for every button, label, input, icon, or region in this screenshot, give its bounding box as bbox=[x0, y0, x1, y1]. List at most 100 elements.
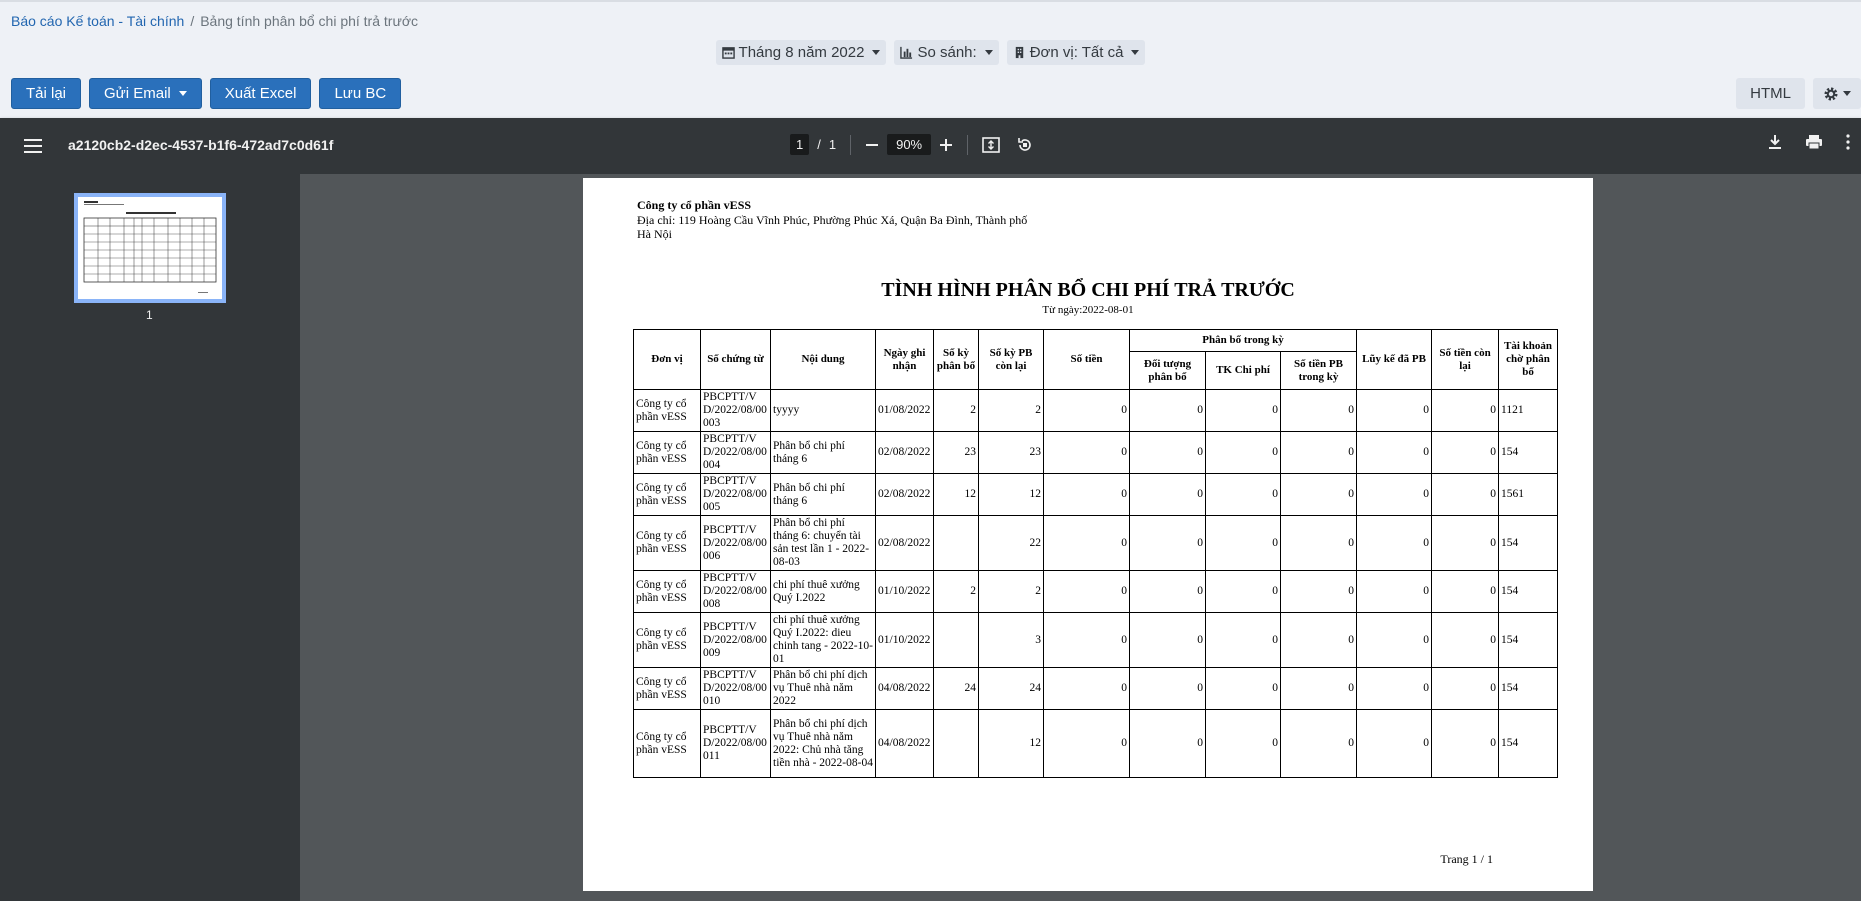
cell-remaining-periods: 23 bbox=[978, 431, 1044, 474]
cell-unit: Công ty cổ phần vESS bbox=[633, 431, 701, 474]
compare-filter[interactable]: So sánh: bbox=[894, 40, 999, 65]
cell-period-amount: 0 bbox=[1279, 570, 1358, 613]
cell-expense-account: 0 bbox=[1205, 709, 1281, 778]
send-email-label: Gửi Email bbox=[104, 85, 171, 102]
reload-button[interactable]: Tải lại bbox=[11, 78, 82, 109]
zoom-out-icon[interactable] bbox=[865, 138, 879, 152]
col-header-amount: Số tiền bbox=[1043, 329, 1130, 390]
cell-amount: 0 bbox=[1043, 473, 1130, 516]
cell-pending-account: 154 bbox=[1498, 709, 1559, 778]
cell-cumulative: 0 bbox=[1356, 667, 1433, 710]
cell-content: Phân bổ chi phí dịch vụ Thuê nhà năm 202… bbox=[770, 709, 876, 778]
cell-remaining: 0 bbox=[1431, 709, 1500, 778]
menu-icon[interactable] bbox=[24, 138, 42, 154]
cell-expense-account: 0 bbox=[1205, 667, 1281, 710]
cell-remaining: 0 bbox=[1431, 515, 1500, 571]
print-icon[interactable] bbox=[1805, 134, 1823, 150]
cell-date: 02/08/2022 bbox=[875, 515, 934, 571]
zoom-input[interactable]: 90% bbox=[887, 134, 932, 155]
thumbnail-sidebar: 1 bbox=[0, 174, 300, 901]
col-header-unit: Đơn vị bbox=[633, 329, 701, 390]
table-row: Công ty cổ phần vESS PBCPTT/VD/2022/08/00… bbox=[633, 667, 1559, 710]
rotate-icon[interactable] bbox=[1016, 136, 1034, 154]
export-excel-button[interactable]: Xuất Excel bbox=[209, 78, 312, 109]
cell-periods bbox=[933, 612, 979, 668]
cell-remaining-periods: 24 bbox=[978, 667, 1044, 710]
cell-period-amount: 0 bbox=[1279, 431, 1358, 474]
col-header-voucher: Số chứng từ bbox=[700, 329, 771, 390]
cell-object: 0 bbox=[1129, 431, 1206, 474]
cell-pending-account: 154 bbox=[1498, 612, 1559, 668]
cell-unit: Công ty cổ phần vESS bbox=[633, 612, 701, 668]
cell-periods: 24 bbox=[933, 667, 979, 710]
company-address: Địa chỉ: 119 Hoàng Cầu Vĩnh Phúc, Phường… bbox=[637, 213, 1028, 241]
chevron-down-icon bbox=[1131, 50, 1140, 55]
cell-cumulative: 0 bbox=[1356, 389, 1433, 432]
cell-unit: Công ty cổ phần vESS bbox=[633, 709, 701, 778]
bar-chart-icon bbox=[900, 46, 913, 59]
zoom-in-icon[interactable] bbox=[939, 138, 953, 152]
cell-expense-account: 0 bbox=[1205, 473, 1281, 516]
report-header: Báo cáo Kế toán - Tài chính / Bảng tính ph… bbox=[0, 0, 1861, 118]
cell-object: 0 bbox=[1129, 612, 1206, 668]
allocation-table: Đơn vị Số chứng từ Nội dung Ngày ghi nhậ… bbox=[633, 329, 1559, 778]
cell-unit: Công ty cổ phần vESS bbox=[633, 389, 701, 432]
col-header-cumulative: Lũy kế đã PB bbox=[1356, 329, 1433, 390]
gear-icon bbox=[1824, 87, 1838, 100]
chevron-down-icon bbox=[872, 50, 881, 55]
cell-cumulative: 0 bbox=[1356, 473, 1433, 516]
pdf-filename: a2120cb2-d2ec-4537-b1f6-472ad7c0d61f bbox=[68, 137, 334, 153]
pdf-document-area[interactable]: Công ty cổ phần vESS Địa chỉ: 119 Hoàng … bbox=[300, 174, 1861, 901]
cell-voucher: PBCPTT/VD/2022/08/00009 bbox=[700, 612, 771, 668]
toolbar-divider bbox=[850, 134, 852, 155]
cell-amount: 0 bbox=[1043, 570, 1130, 613]
breadcrumb: Báo cáo Kế toán - Tài chính / Bảng tính ph… bbox=[11, 13, 418, 29]
page-thumbnail[interactable] bbox=[74, 193, 226, 303]
cell-voucher: PBCPTT/VD/2022/08/00003 bbox=[700, 389, 771, 432]
cell-date: 02/08/2022 bbox=[875, 473, 934, 516]
cell-voucher: PBCPTT/VD/2022/08/00005 bbox=[700, 473, 771, 516]
page-number-input[interactable]: 1 bbox=[790, 134, 810, 155]
unit-filter[interactable]: Đơn vị: Tất cả bbox=[1006, 40, 1146, 65]
more-options-icon[interactable] bbox=[1845, 134, 1851, 150]
settings-button[interactable] bbox=[1813, 78, 1861, 109]
breadcrumb-root-link[interactable]: Báo cáo Kế toán - Tài chính bbox=[11, 13, 184, 29]
cell-voucher: PBCPTT/VD/2022/08/00011 bbox=[700, 709, 771, 778]
calendar-icon bbox=[721, 47, 735, 59]
cell-content: chi phí thuê xưởng Quý I.2022: dieu chin… bbox=[770, 612, 876, 668]
cell-expense-account: 0 bbox=[1205, 612, 1281, 668]
cell-remaining: 0 bbox=[1431, 570, 1500, 613]
page-total: 1 bbox=[828, 137, 837, 152]
cell-cumulative: 0 bbox=[1356, 431, 1433, 474]
cell-object: 0 bbox=[1129, 570, 1206, 613]
page-separator: / bbox=[817, 137, 821, 152]
fit-page-icon[interactable] bbox=[982, 136, 1000, 153]
cell-pending-account: 154 bbox=[1498, 570, 1559, 613]
cell-expense-account: 0 bbox=[1205, 389, 1281, 432]
download-icon[interactable] bbox=[1767, 134, 1783, 150]
cell-object: 0 bbox=[1129, 515, 1206, 571]
cell-remaining: 0 bbox=[1431, 667, 1500, 710]
cell-date: 02/08/2022 bbox=[875, 431, 934, 474]
compare-filter-label: So sánh: bbox=[917, 44, 977, 61]
cell-remaining-periods: 2 bbox=[978, 570, 1044, 613]
table-row: Công ty cổ phần vESS PBCPTT/VD/2022/08/00… bbox=[633, 570, 1559, 613]
cell-remaining-periods: 22 bbox=[978, 515, 1044, 571]
unit-filter-label: Đơn vị: Tất cả bbox=[1029, 44, 1124, 61]
cell-remaining-periods: 2 bbox=[978, 389, 1044, 432]
filter-bar: Tháng 8 năm 2022 So sánh: Đơn vị: Tất cả bbox=[0, 40, 1861, 65]
cell-periods: 2 bbox=[933, 570, 979, 613]
save-report-button[interactable]: Lưu BC bbox=[319, 78, 402, 109]
cell-object: 0 bbox=[1129, 709, 1206, 778]
cell-period-amount: 0 bbox=[1279, 515, 1358, 571]
table-row: Công ty cổ phần vESS PBCPTT/VD/2022/08/00… bbox=[633, 709, 1559, 778]
cell-amount: 0 bbox=[1043, 667, 1130, 710]
cell-unit: Công ty cổ phần vESS bbox=[633, 570, 701, 613]
html-button[interactable]: HTML bbox=[1736, 78, 1805, 109]
send-email-button[interactable]: Gửi Email bbox=[89, 78, 202, 109]
cell-pending-account: 1121 bbox=[1498, 389, 1559, 432]
pdf-controls: 1 / 1 90% bbox=[790, 134, 1034, 155]
cell-period-amount: 0 bbox=[1279, 473, 1358, 516]
period-filter[interactable]: Tháng 8 năm 2022 bbox=[715, 40, 887, 65]
cell-amount: 0 bbox=[1043, 709, 1130, 778]
